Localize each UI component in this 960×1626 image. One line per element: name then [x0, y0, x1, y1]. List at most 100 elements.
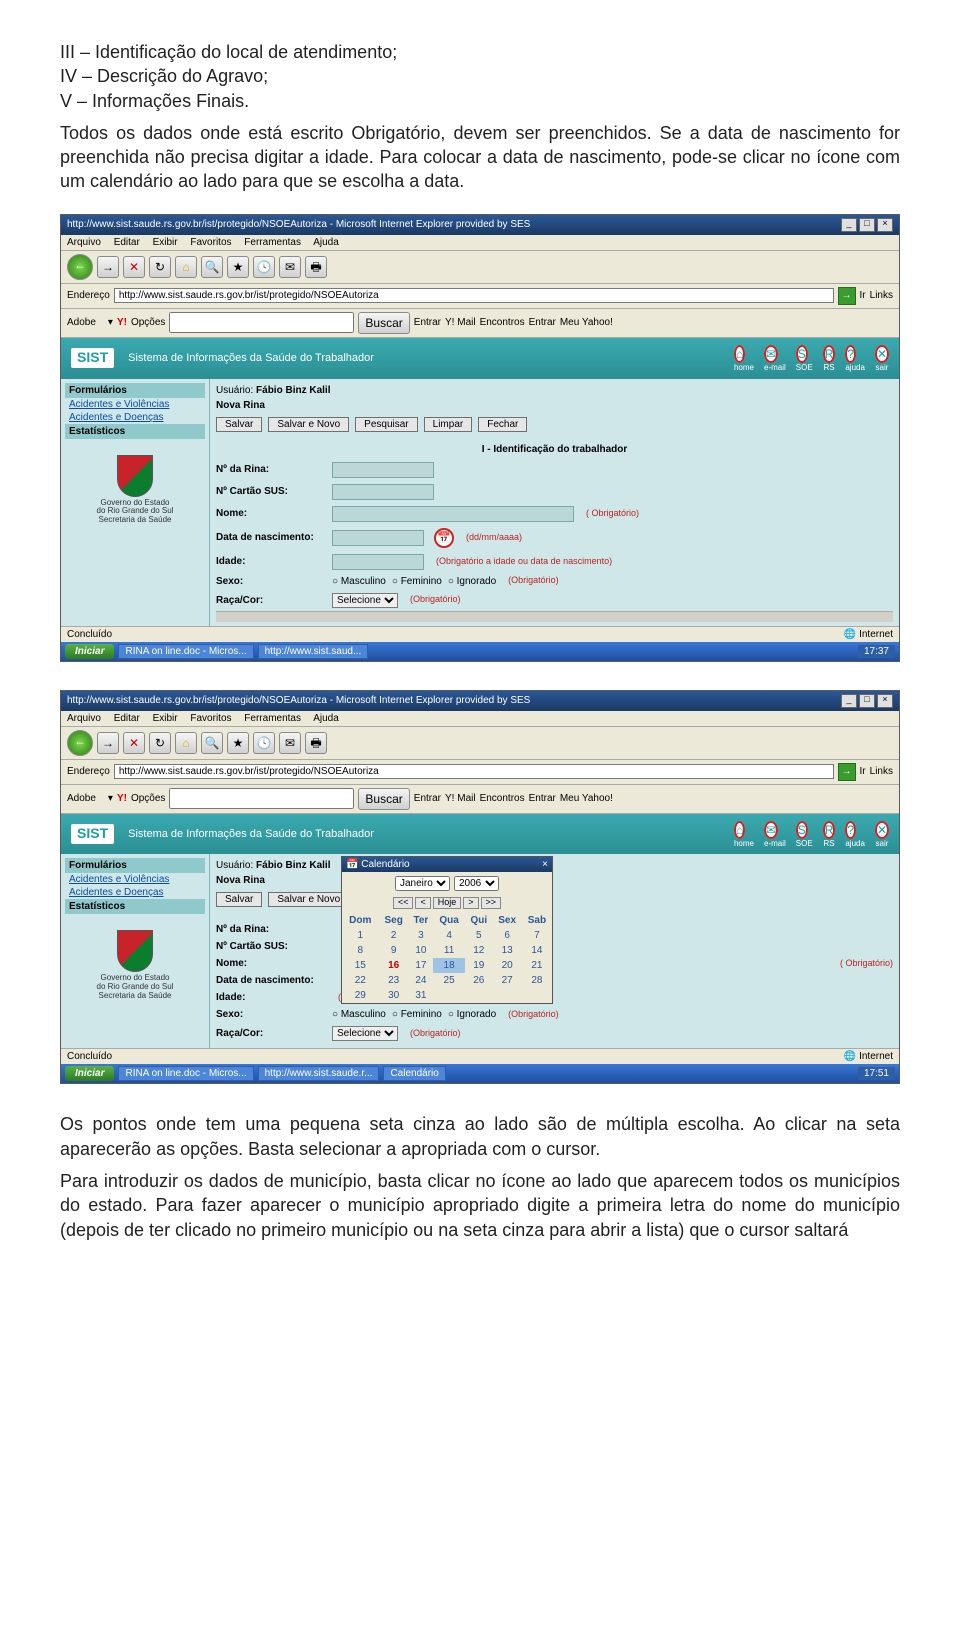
calendar-prev-month[interactable]: < — [415, 897, 430, 909]
calendar-day[interactable]: 14 — [522, 943, 552, 958]
yahoo-search-input[interactable] — [169, 312, 354, 333]
taskbar-item-word[interactable]: RINA on line.doc - Micros... — [118, 644, 253, 659]
yahoo-search-input[interactable] — [169, 788, 354, 809]
yahoo-item-5[interactable]: Meu Yahoo! — [560, 317, 613, 328]
help-app-icon[interactable]: ? — [845, 345, 856, 363]
nome-input[interactable] — [332, 506, 574, 522]
calendar-day[interactable]: 4 — [433, 928, 465, 943]
calendar-year-select[interactable]: 2006 — [454, 876, 499, 891]
address-input[interactable] — [114, 288, 834, 303]
sidebar-link-acidentes-violencias[interactable]: Acidentes e Violências — [65, 873, 205, 886]
raca-select[interactable]: Selecione — [332, 1026, 398, 1041]
calendar-icon[interactable]: 📅 — [434, 528, 454, 548]
home-icon[interactable]: ⌂ — [175, 256, 197, 278]
menu-ajuda[interactable]: Ajuda — [313, 237, 339, 248]
history-icon[interactable]: 🕓 — [253, 256, 275, 278]
clear-button[interactable]: Limpar — [424, 417, 473, 432]
address-input[interactable] — [114, 764, 834, 779]
calendar-day[interactable]: 18 — [433, 958, 465, 973]
save-button[interactable]: Salvar — [216, 417, 262, 432]
search-icon[interactable]: 🔍 — [201, 256, 223, 278]
stop-icon[interactable]: ✕ — [123, 732, 145, 754]
search-button[interactable]: Pesquisar — [355, 417, 417, 432]
calendar-day[interactable]: 11 — [433, 943, 465, 958]
calendar-day[interactable]: 15 — [342, 958, 379, 973]
go-icon[interactable]: → — [838, 287, 856, 305]
save-button[interactable]: Salvar — [216, 892, 262, 907]
links-label[interactable]: Links — [870, 290, 893, 301]
calendar-day[interactable]: 3 — [409, 928, 433, 943]
yahoo-item-2[interactable]: Y! Mail — [445, 793, 476, 804]
calendar-day[interactable]: 13 — [493, 943, 522, 958]
calendar-prev-year[interactable]: << — [393, 897, 414, 909]
yahoo-item-1[interactable]: Entrar — [414, 793, 441, 804]
taskbar-item-calendar[interactable]: Calendário — [383, 1066, 445, 1081]
raca-select[interactable]: Selecione — [332, 593, 398, 608]
menu-ferramentas[interactable]: Ferramentas — [244, 713, 301, 724]
calendar-day[interactable]: 27 — [493, 973, 522, 988]
search-icon[interactable]: 🔍 — [201, 732, 223, 754]
email-app-icon[interactable]: ✉ — [764, 345, 778, 363]
back-icon[interactable]: ← — [67, 254, 93, 280]
menu-exibir[interactable]: Exibir — [153, 713, 178, 724]
yahoo-item-1[interactable]: Entrar — [414, 317, 441, 328]
links-label[interactable]: Links — [870, 766, 893, 777]
calendar-day[interactable]: 24 — [409, 973, 433, 988]
yahoo-item-4[interactable]: Entrar — [529, 793, 556, 804]
yahoo-search-button[interactable]: Buscar — [358, 788, 409, 810]
calendar-day[interactable]: 22 — [342, 973, 379, 988]
calendar-day[interactable]: 21 — [522, 958, 552, 973]
calendar-day[interactable]: 23 — [379, 973, 409, 988]
menu-arquivo[interactable]: Arquivo — [67, 713, 101, 724]
sexo-fem-radio[interactable]: ○ Feminino — [392, 576, 442, 587]
calendar-day[interactable]: 31 — [409, 988, 433, 1003]
stop-icon[interactable]: ✕ — [123, 256, 145, 278]
rs-app-icon[interactable]: R — [823, 345, 836, 363]
calendar-month-select[interactable]: Janeiro — [395, 876, 450, 891]
start-button[interactable]: Iniciar — [65, 644, 114, 659]
idade-input[interactable] — [332, 554, 424, 570]
menu-favoritos[interactable]: Favoritos — [190, 713, 231, 724]
sus-input[interactable] — [332, 484, 434, 500]
sexo-masc-radio[interactable]: ○ Masculino — [332, 576, 386, 587]
start-button[interactable]: Iniciar — [65, 1066, 114, 1081]
sexo-ign-radio[interactable]: ○ Ignorado — [448, 576, 496, 587]
menu-editar[interactable]: Editar — [114, 713, 140, 724]
exit-app-icon[interactable]: ✕ — [875, 821, 889, 839]
sexo-ign-radio[interactable]: ○ Ignorado — [448, 1009, 496, 1020]
minimize-icon[interactable]: _ — [841, 694, 857, 708]
close-icon[interactable]: × — [877, 218, 893, 232]
maximize-icon[interactable]: □ — [859, 218, 875, 232]
calendar-day[interactable]: 9 — [379, 943, 409, 958]
yahoo-options[interactable]: Opções — [131, 317, 165, 328]
forward-icon[interactable]: → — [97, 732, 119, 754]
refresh-icon[interactable]: ↻ — [149, 732, 171, 754]
menu-editar[interactable]: Editar — [114, 237, 140, 248]
taskbar-item-ie[interactable]: http://www.sist.saude.r... — [258, 1066, 380, 1081]
go-icon[interactable]: → — [838, 763, 856, 781]
menu-exibir[interactable]: Exibir — [153, 237, 178, 248]
favorites-icon[interactable]: ★ — [227, 732, 249, 754]
calendar-day[interactable]: 17 — [409, 958, 433, 973]
save-new-button[interactable]: Salvar e Novo — [268, 892, 349, 907]
menu-ferramentas[interactable]: Ferramentas — [244, 237, 301, 248]
mail-icon[interactable]: ✉ — [279, 732, 301, 754]
soe-app-icon[interactable]: S — [796, 345, 808, 363]
taskbar-item-word[interactable]: RINA on line.doc - Micros... — [118, 1066, 253, 1081]
calendar-day[interactable]: 12 — [465, 943, 492, 958]
calendar-day[interactable]: 30 — [379, 988, 409, 1003]
calendar-day[interactable]: 25 — [433, 973, 465, 988]
taskbar-item-ie[interactable]: http://www.sist.saud... — [258, 644, 369, 659]
email-app-icon[interactable]: ✉ — [764, 821, 778, 839]
mail-icon[interactable]: ✉ — [279, 256, 301, 278]
home-app-icon[interactable]: ⌂ — [734, 821, 745, 839]
home-app-icon[interactable]: ⌂ — [734, 345, 745, 363]
save-new-button[interactable]: Salvar e Novo — [268, 417, 349, 432]
sidebar-link-acidentes-violencias[interactable]: Acidentes e Violências — [65, 398, 205, 411]
dnasc-input[interactable] — [332, 530, 424, 546]
yahoo-search-button[interactable]: Buscar — [358, 312, 409, 334]
forward-icon[interactable]: → — [97, 256, 119, 278]
menu-favoritos[interactable]: Favoritos — [190, 237, 231, 248]
calendar-day[interactable]: 10 — [409, 943, 433, 958]
sexo-fem-radio[interactable]: ○ Feminino — [392, 1009, 442, 1020]
